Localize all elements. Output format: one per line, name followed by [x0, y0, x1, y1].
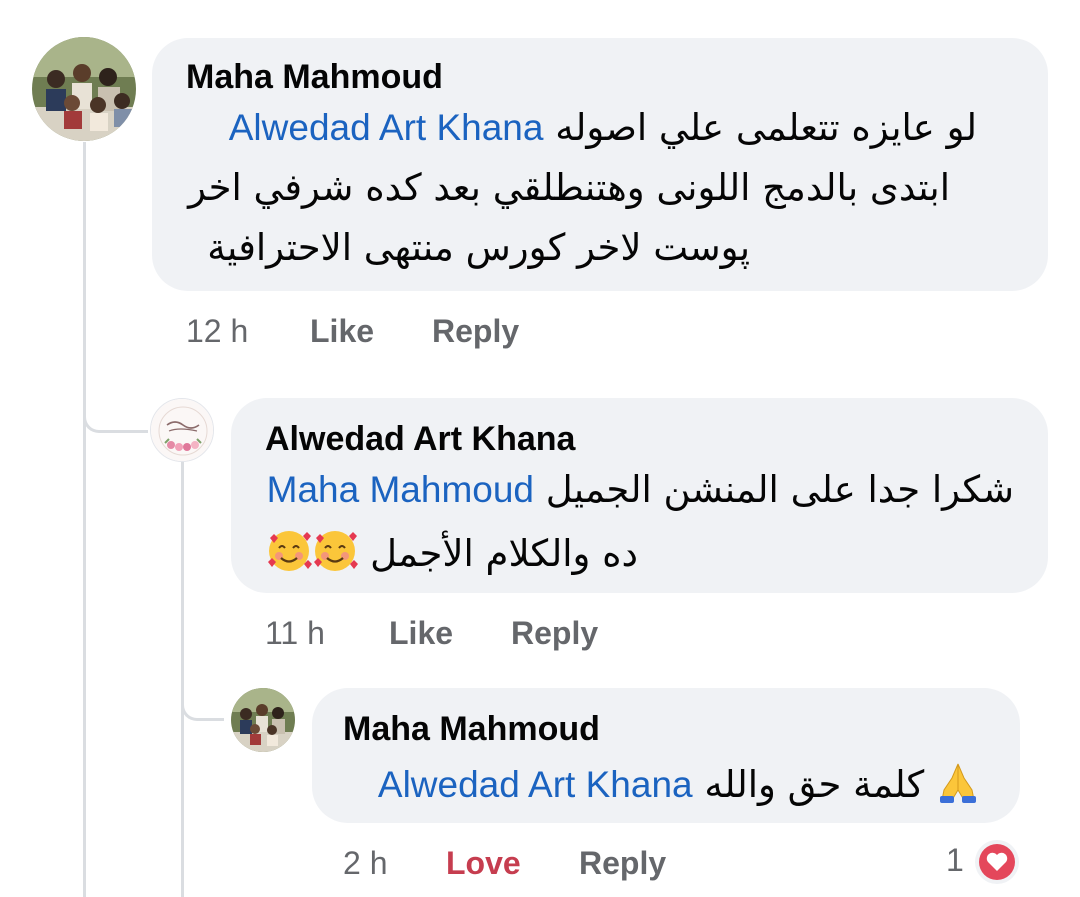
thread-line-main [83, 142, 86, 897]
comment-text-line: ده والكلام الأجمل [266, 528, 638, 583]
thread-branch-2 [181, 670, 224, 721]
folded-hands-icon [936, 760, 980, 813]
smiling-face-with-hearts-icon [266, 528, 313, 583]
mention-link[interactable]: Alwedad Art Khana [378, 764, 693, 805]
comment-text: لو عايزه تتعلمى علي اصوله [555, 106, 977, 149]
comment-text-line: پوست لاخر كورس منتهى الاحترافية [207, 226, 750, 269]
like-button[interactable]: Like [310, 313, 374, 350]
comment-text: شكرا جدا على المنشن الجميل [545, 468, 1014, 511]
reaction-count[interactable]: 1 [946, 842, 964, 879]
mention-link[interactable]: Maha Mahmoud [267, 469, 534, 510]
comment-timestamp[interactable]: 12 h [186, 313, 248, 350]
love-button[interactable]: Love [446, 845, 521, 882]
comment-timestamp[interactable]: 2 h [343, 845, 387, 882]
comment-text-line: ابتدى بالدمج اللونى وهتنطلقي بعد كده شرف… [188, 166, 950, 209]
comment-text-line: لو عايزه تتعلمى علي اصوله Alwedad Art Kh… [229, 106, 977, 149]
comment-text-line: كلمة حق والله Alwedad Art Khana [378, 760, 980, 813]
reply-button[interactable]: Reply [432, 313, 519, 350]
mention-link[interactable]: Alwedad Art Khana [229, 107, 544, 148]
avatar[interactable] [231, 688, 295, 752]
like-button[interactable]: Like [389, 615, 453, 652]
thread-branch-1 [83, 380, 148, 433]
comment-timestamp[interactable]: 11 h [265, 615, 325, 652]
reply-button[interactable]: Reply [579, 845, 666, 882]
comment-author[interactable]: Maha Mahmoud [186, 58, 443, 97]
avatar[interactable] [32, 37, 136, 141]
reply-button[interactable]: Reply [511, 615, 598, 652]
love-reaction-icon[interactable] [973, 838, 1021, 891]
avatar[interactable] [150, 398, 214, 462]
comment-text: ده والكلام الأجمل [370, 532, 638, 575]
comment-text: كلمة حق والله [704, 763, 925, 806]
comment-author[interactable]: Maha Mahmoud [343, 710, 600, 749]
smiling-face-with-hearts-icon [312, 528, 359, 583]
comment-text-line: شكرا جدا على المنشن الجميل Maha Mahmoud [267, 468, 1014, 511]
comment-author[interactable]: Alwedad Art Khana [265, 420, 575, 459]
